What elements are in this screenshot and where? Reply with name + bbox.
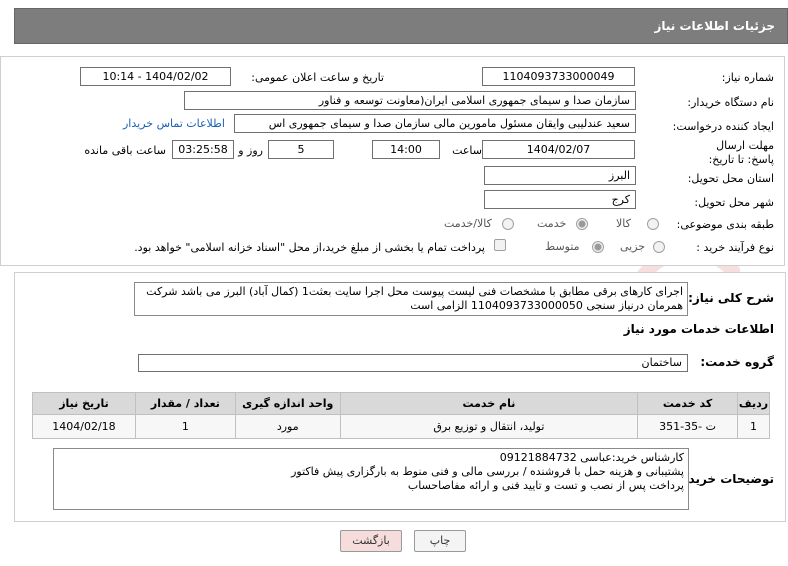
buyer-notes-textarea[interactable]: کارشناس خرید:عباسی 09121884732 پشتیبانی …	[53, 448, 689, 510]
process-radio-medium[interactable]	[592, 241, 604, 253]
deadline-label: مهلت ارسال پاسخ: تا تاریخ:	[708, 139, 774, 166]
cell-service-name: تولید، انتقال و توزیع برق	[339, 414, 639, 439]
buyer-notes-line: کارشناس خرید:عباسی 09121884732	[499, 451, 684, 464]
need-number-field: 1104093733000049	[482, 67, 635, 86]
services-table: ردیف کد خدمت نام خدمت واحد اندازه گیری ت…	[32, 392, 770, 439]
deadline-date-field: 1404/02/07	[482, 140, 635, 159]
col-unit: واحد اندازه گیری	[234, 392, 341, 415]
buyer-notes-line: پرداخت پس از نصب و تست و تایید فنی و ارا…	[407, 479, 684, 492]
category-radio-goods[interactable]	[647, 218, 659, 230]
description-textarea[interactable]: اجرای کارهای برقی مطابق با مشخصات فنی لی…	[134, 282, 688, 316]
services-table-header: ردیف کد خدمت نام خدمت واحد اندازه گیری ت…	[32, 392, 770, 415]
process-option-medium: متوسط	[545, 240, 580, 253]
announce-label: تاریخ و ساعت اعلان عمومی:	[251, 71, 384, 84]
need-number-label: شماره نیاز:	[721, 71, 774, 84]
deadline-time-label: ساعت	[452, 144, 482, 157]
buyer-notes-line: پشتیبانی و هزینه حمل با فروشنده / بررسی …	[291, 465, 684, 478]
buyer-field: سازمان صدا و سیمای جمهوری اسلامی ایران(م…	[184, 91, 636, 110]
category-option-goods: کالا	[616, 217, 631, 230]
need-info-panel	[0, 56, 785, 266]
col-quantity: تعداد / مقدار	[134, 392, 236, 415]
announce-field: 1404/02/02 - 10:14	[80, 67, 231, 86]
city-field: کرج	[484, 190, 636, 209]
cell-need-date: 1404/02/18	[32, 414, 136, 439]
process-label: نوع فرآیند خرید :	[696, 241, 774, 254]
cell-row: 1	[737, 414, 770, 439]
col-row: ردیف	[737, 392, 770, 415]
page-header: جزئیات اطلاعات نیاز	[14, 8, 788, 44]
treasury-payment-note: پرداخت تمام یا بخشی از مبلغ خرید،از محل …	[134, 241, 485, 254]
province-label: استان محل تحویل:	[687, 172, 774, 185]
service-group-label: گروه خدمت:	[700, 355, 774, 369]
remaining-label: ساعت باقی مانده	[84, 144, 166, 157]
category-option-service: خدمت	[537, 217, 567, 230]
services-section-title: اطلاعات خدمات مورد نیاز	[623, 322, 774, 336]
cell-quantity: 1	[134, 414, 236, 439]
description-label: شرح کلی نیاز:	[688, 291, 774, 305]
city-label: شهر محل تحویل:	[694, 196, 774, 209]
page-title: جزئیات اطلاعات نیاز	[654, 19, 775, 33]
category-radio-both[interactable]	[502, 218, 514, 230]
treasury-payment-checkbox[interactable]	[494, 239, 506, 251]
category-option-both: کالا/خدمت	[444, 217, 492, 230]
service-group-field: ساختمان	[138, 354, 688, 372]
table-row: 1 ت -35-351 تولید، انتقال و توزیع برق مو…	[32, 414, 770, 439]
creator-field: سعید عندلیبی وایقان مسئول مامورین مالی س…	[234, 114, 636, 133]
creator-label: ایجاد کننده درخواست:	[672, 120, 774, 133]
days-label: روز و	[238, 144, 263, 157]
cell-unit: مورد	[234, 414, 341, 439]
deadline-time-field: 14:00	[372, 140, 440, 159]
category-radio-service[interactable]	[576, 218, 588, 230]
print-button[interactable]: چاپ	[414, 530, 466, 552]
cell-service-code: ت -35-351	[637, 414, 739, 439]
process-option-minor: جزیی	[620, 240, 646, 253]
buyer-contact-link[interactable]: اطلاعات تماس خریدار	[123, 117, 225, 130]
col-service-name: نام خدمت	[339, 392, 639, 415]
buyer-label: نام دستگاه خریدار:	[687, 96, 774, 109]
col-need-date: تاریخ نیاز	[32, 392, 136, 415]
province-field: البرز	[484, 166, 636, 185]
category-label: طبقه بندی موضوعی:	[676, 218, 774, 231]
remaining-time-field: 03:25:58	[172, 140, 234, 159]
process-radio-minor[interactable]	[653, 241, 665, 253]
days-field: 5	[268, 140, 334, 159]
back-button[interactable]: بازگشت	[340, 530, 402, 552]
col-service-code: کد خدمت	[637, 392, 739, 415]
